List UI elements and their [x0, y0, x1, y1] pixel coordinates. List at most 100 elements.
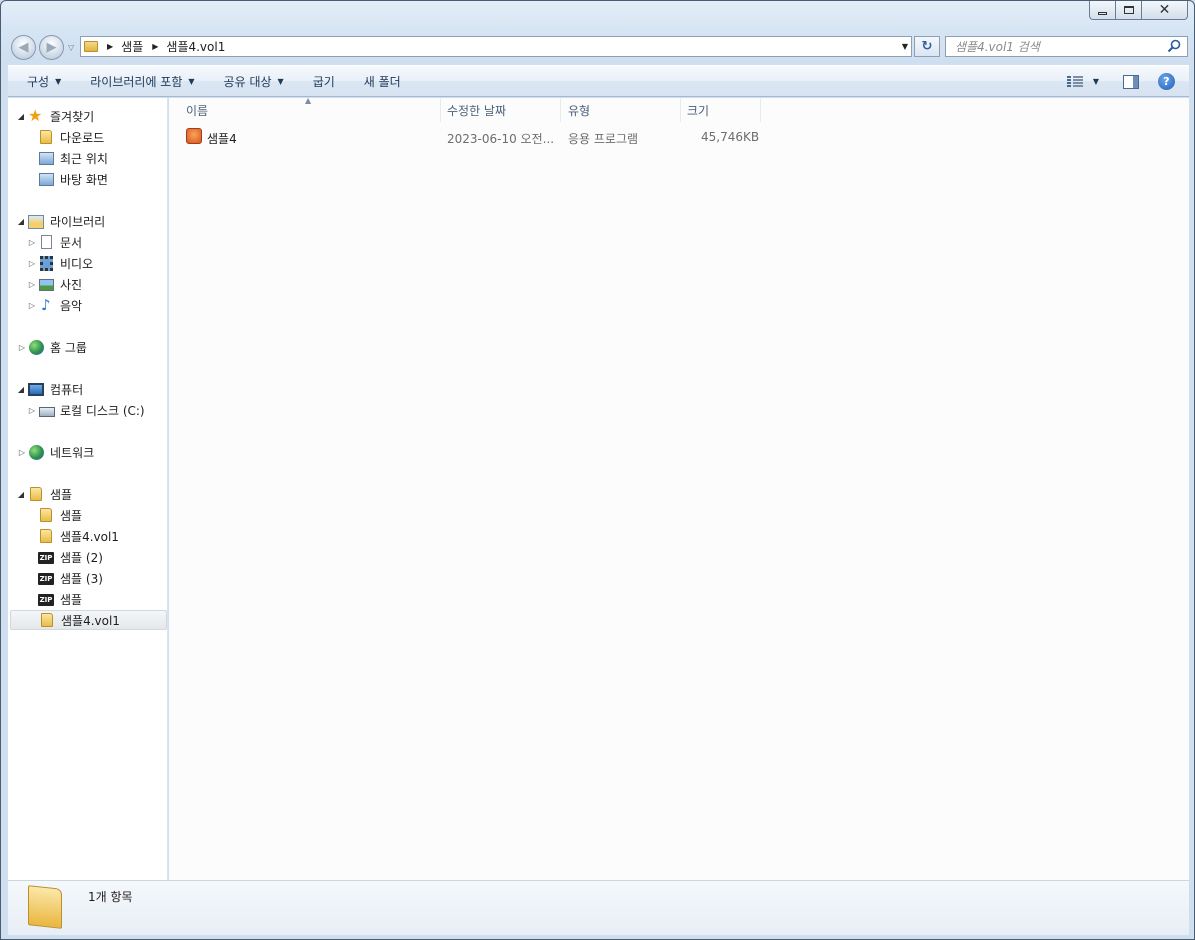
column-label: 크기: [687, 103, 710, 118]
search-icon[interactable]: [1167, 39, 1181, 53]
tree-label: 샘플: [50, 487, 73, 502]
star-icon: ★: [28, 106, 43, 125]
chevron-down-icon: ▼: [277, 76, 284, 86]
new-folder-button[interactable]: 새 폴더: [364, 73, 401, 90]
forward-arrow-icon: ▶: [46, 40, 57, 55]
folder-icon: [40, 529, 52, 543]
folder-icon: [40, 508, 52, 522]
tree-label: 다운로드: [60, 130, 105, 145]
network-icon: [29, 444, 44, 460]
column-label: 수정한 날짜: [447, 103, 507, 118]
explorer-window: ✕ ◀ ▶ ▽ ▶ 샘플 ▶ 샘플4.vol1 ▼ ↻ 샘플4.vol1 검색 …: [0, 0, 1195, 940]
computer-icon: [28, 383, 44, 396]
tree-label: 문서: [60, 235, 83, 250]
file-row[interactable]: 샘플4 2023-06-10 오전... 응용 프로그램 45,746KB: [169, 127, 769, 149]
tree-label: 홈 그룹: [50, 340, 87, 355]
breadcrumb-item[interactable]: 샘플4.vol1: [166, 38, 225, 55]
zip-icon: ZIP: [38, 552, 54, 564]
recent-places-icon: [39, 152, 54, 165]
tree-label: 사진: [60, 277, 83, 292]
recent-pages-dropdown[interactable]: ▽: [68, 43, 74, 52]
expand-arrow-icon[interactable]: ▷: [27, 280, 37, 289]
column-label: 유형: [568, 103, 591, 118]
collapse-arrow-icon[interactable]: ◢: [16, 490, 26, 499]
column-label: 이름: [186, 103, 209, 118]
navigation-pane: ◢ ★ 즐겨찾기 다운로드 최근 위치 바탕 화면 ◢ 라이브러리 ▷ 문서 ▷…: [8, 98, 168, 880]
preview-pane-icon[interactable]: [1123, 74, 1139, 89]
minimize-button[interactable]: [1089, 1, 1116, 20]
organize-label: 구성: [27, 74, 50, 89]
view-dropdown-icon[interactable]: ▼: [1093, 77, 1099, 86]
video-icon: [40, 255, 53, 271]
refresh-icon: ↻: [921, 39, 933, 54]
expand-arrow-icon[interactable]: ▷: [27, 238, 37, 247]
music-icon: ♪: [41, 296, 51, 314]
zip-icon: ZIP: [38, 573, 54, 585]
expand-arrow-icon[interactable]: ▷: [17, 448, 27, 457]
tree-label: 즐겨찾기: [50, 109, 95, 124]
expand-arrow-icon[interactable]: ▷: [27, 259, 37, 268]
file-size: 45,746KB: [701, 130, 760, 144]
breadcrumb-item[interactable]: 샘플: [121, 38, 143, 55]
tree-label: 비디오: [60, 256, 94, 271]
application-icon: [186, 128, 202, 144]
help-icon[interactable]: ?: [1158, 73, 1175, 90]
organize-button[interactable]: 구성 ▼: [27, 73, 61, 90]
tree-label: 샘플 (2): [60, 550, 103, 565]
picture-icon: [39, 279, 54, 291]
command-bar: 구성 ▼ 라이브러리에 포함 ▼ 공유 대상 ▼ 굽기 새 폴더 ▼ ?: [8, 65, 1189, 97]
tree-label: 샘플: [60, 508, 83, 523]
maximize-button[interactable]: [1116, 1, 1142, 20]
expand-arrow-icon[interactable]: ▷: [27, 301, 37, 310]
details-pane: 1개 항목: [8, 880, 1189, 935]
chevron-down-icon: ▼: [188, 76, 195, 86]
tree-label: 샘플4.vol1: [60, 529, 119, 544]
new-folder-label: 새 폴더: [363, 74, 401, 89]
address-dropdown-icon[interactable]: ▼: [902, 42, 908, 51]
search-input[interactable]: 샘플4.vol1 검색: [945, 36, 1188, 57]
share-with-button[interactable]: 공유 대상 ▼: [224, 73, 284, 90]
desktop-icon: [39, 173, 54, 186]
column-header-type[interactable]: 유형: [561, 98, 681, 122]
item-count: 1개 항목: [88, 890, 133, 904]
caption-buttons: ✕: [1089, 1, 1188, 20]
address-bar[interactable]: ▶ 샘플 ▶ 샘플4.vol1 ▼: [80, 36, 912, 57]
tree-label: 샘플 (3): [60, 571, 103, 586]
zip-icon: ZIP: [38, 594, 54, 606]
tree-label: 샘플: [60, 592, 83, 607]
expand-arrow-icon[interactable]: ▷: [27, 406, 37, 415]
tree-item-sample4-vol1-selected[interactable]: 샘플4.vol1: [10, 610, 167, 630]
breadcrumb-arrow-icon[interactable]: ▶: [107, 42, 113, 51]
view-options-icon[interactable]: [1066, 75, 1083, 88]
collapse-arrow-icon[interactable]: ◢: [16, 385, 26, 394]
file-name: 샘플4: [207, 132, 237, 146]
column-header-modified[interactable]: 수정한 날짜: [441, 98, 561, 122]
collapse-arrow-icon[interactable]: ◢: [16, 217, 26, 226]
tree-label: 컴퓨터: [50, 382, 84, 397]
collapse-arrow-icon[interactable]: ◢: [16, 112, 26, 121]
refresh-button[interactable]: ↻: [914, 36, 940, 57]
chevron-down-icon: ▼: [55, 76, 62, 86]
local-disk-icon: [39, 407, 55, 417]
forward-button[interactable]: ▶: [39, 35, 64, 60]
tree-label: 바탕 화면: [60, 172, 108, 187]
burn-button[interactable]: 굽기: [313, 73, 335, 90]
document-icon: [41, 235, 52, 249]
homegroup-icon: [29, 339, 44, 355]
tree-label: 로컬 디스크 (C:): [60, 403, 145, 418]
column-header-size[interactable]: 크기: [681, 98, 761, 122]
search-placeholder: 샘플4.vol1 검색: [955, 40, 1040, 54]
burn-label: 굽기: [312, 74, 335, 89]
include-library-button[interactable]: 라이브러리에 포함 ▼: [90, 73, 194, 90]
tree-label: 최근 위치: [60, 151, 108, 166]
close-icon: ✕: [1158, 2, 1171, 18]
sort-ascending-icon: ▲: [305, 96, 312, 105]
folder-icon: [84, 41, 98, 52]
back-button[interactable]: ◀: [11, 35, 36, 60]
folder-icon: [28, 885, 62, 929]
breadcrumb-arrow-icon[interactable]: ▶: [152, 42, 158, 51]
back-arrow-icon: ◀: [18, 40, 29, 55]
column-header-name[interactable]: 이름 ▲: [169, 96, 441, 122]
close-button[interactable]: ✕: [1142, 1, 1188, 20]
expand-arrow-icon[interactable]: ▷: [17, 343, 27, 352]
